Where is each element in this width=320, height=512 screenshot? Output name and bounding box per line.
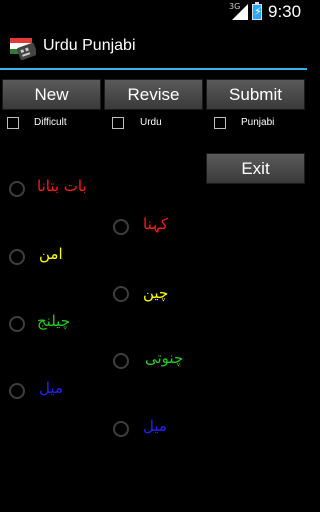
flag-keyboard-icon[interactable] [10,34,36,60]
option-radio-1[interactable] [9,181,25,197]
urdu-checkbox[interactable] [112,117,124,129]
option-radio-4[interactable] [113,286,129,302]
option-radio-3[interactable] [9,249,25,265]
difficult-label: Difficult [34,117,67,128]
punjabi-checkbox[interactable] [214,117,226,129]
punjabi-label: Punjabi [241,117,275,128]
option-word-2[interactable]: کہنا [143,215,168,233]
option-radio-8[interactable] [113,421,129,437]
option-radio-5[interactable] [9,316,25,332]
exit-button[interactable]: Exit [206,153,305,184]
option-radio-6[interactable] [113,353,129,369]
option-radio-7[interactable] [9,383,25,399]
action-bar: Urdu Punjabi [0,25,307,69]
option-word-5[interactable]: چیلنج [37,312,70,330]
option-word-3[interactable]: امن [39,245,63,263]
status-time: 9:30 [268,2,302,21]
option-word-4[interactable]: چین [143,284,168,302]
option-word-8[interactable]: میل [143,417,167,435]
app-title: Urdu Punjabi [43,37,136,54]
option-word-1[interactable]: بات بتانا [37,177,87,195]
revise-button[interactable]: Revise [104,79,203,110]
option-radio-2[interactable] [113,219,129,235]
difficult-checkbox[interactable] [7,117,19,129]
option-word-6[interactable]: چنوتی [145,349,183,367]
urdu-label: Urdu [140,117,162,128]
signal-icon [232,4,248,20]
option-word-7[interactable]: میل [39,379,63,397]
status-bar: 3G ⚡ 9:30 [0,0,307,25]
battery-icon: ⚡ [252,2,262,20]
title-divider [0,68,307,70]
submit-button[interactable]: Submit [206,79,305,110]
new-button[interactable]: New [2,79,101,110]
